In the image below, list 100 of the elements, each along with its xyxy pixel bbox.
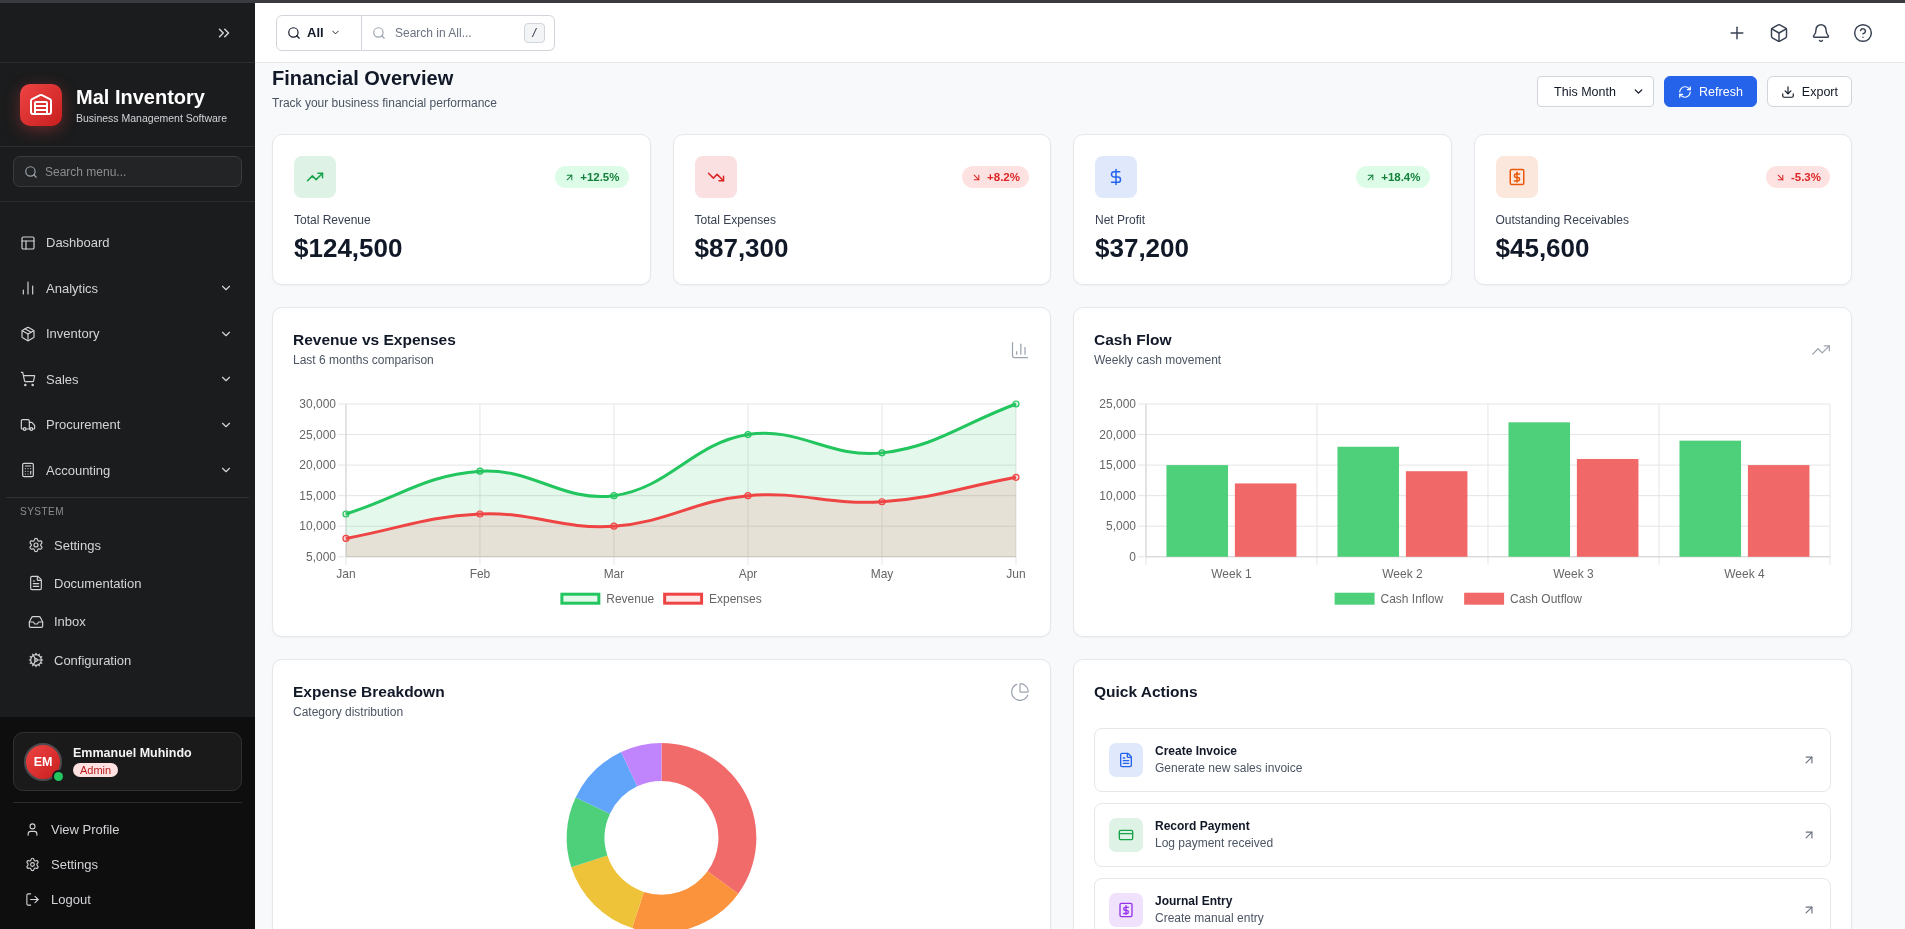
- axis-tick-label: Week 4: [1724, 566, 1765, 581]
- legend-label: Cash Outflow: [1510, 591, 1582, 606]
- page-subtitle: Track your business financial performance: [272, 95, 497, 111]
- nav-item[interactable]: Inbox: [0, 602, 255, 641]
- quick-action-item[interactable]: Journal Entry Create manual entry: [1094, 878, 1831, 929]
- legend-swatch-icon: [663, 592, 704, 605]
- card-title: Cash Flow: [1094, 330, 1173, 350]
- user-menu-item[interactable]: View Profile: [13, 812, 242, 847]
- data-point: [1012, 400, 1020, 408]
- cart-icon: [20, 371, 36, 388]
- stat-value: $124,500: [294, 233, 404, 263]
- nav-item[interactable]: Procurement: [0, 402, 255, 448]
- axis-tick-label: 15,000: [299, 488, 336, 503]
- quick-action-item[interactable]: Create Invoice Generate new sales invoice: [1094, 728, 1831, 792]
- axis-tick-label: Week 1: [1211, 566, 1252, 581]
- truck-icon: [20, 416, 36, 433]
- menu-search-field[interactable]: Search menu...: [13, 156, 242, 187]
- user-menu-item[interactable]: Logout: [13, 882, 242, 917]
- change-badge: +18.4%: [1356, 166, 1430, 188]
- card-title: Revenue vs Expenses: [293, 330, 456, 350]
- package-icon: [20, 325, 36, 342]
- logout-icon: [25, 892, 40, 907]
- search-icon: [372, 25, 386, 40]
- legend-swatch-icon: [1334, 592, 1375, 605]
- search-icon: [24, 164, 38, 179]
- axis-tick-label: Apr: [738, 566, 758, 581]
- card-subtitle: Category distribution: [293, 704, 405, 720]
- period-select[interactable]: This Month: [1537, 76, 1655, 107]
- axis-tick-label: 10,000: [299, 519, 336, 534]
- card-title: Quick Actions: [1094, 682, 1199, 702]
- axis-tick-label: 0: [1129, 549, 1136, 564]
- pie-chart-icon: [1010, 682, 1030, 702]
- user-avatar: EM: [24, 742, 62, 781]
- refresh-button[interactable]: Refresh: [1664, 76, 1757, 107]
- nav-item[interactable]: Documentation: [0, 564, 255, 603]
- action-title: Journal Entry: [1155, 894, 1234, 909]
- axis-tick-label: 25,000: [1099, 397, 1136, 412]
- refresh-icon: [1678, 84, 1693, 99]
- user-card[interactable]: EM Emmanuel Muhindo Admin: [13, 732, 242, 791]
- action-subtitle: Generate new sales invoice: [1155, 761, 1304, 776]
- nav-item[interactable]: Settings: [0, 526, 255, 565]
- data-point: [1012, 473, 1020, 481]
- change-badge: +12.5%: [555, 166, 629, 188]
- axis-tick-label: Mar: [603, 566, 625, 581]
- axis-tick-label: 5,000: [1106, 519, 1136, 534]
- user-menu-item[interactable]: Settings: [13, 847, 242, 882]
- nav-item[interactable]: Configuration: [0, 640, 255, 680]
- nav-item[interactable]: Analytics: [0, 265, 255, 311]
- nav-item[interactable]: Sales: [0, 356, 255, 402]
- brand-name: Mal Inventory: [76, 86, 206, 109]
- stat-value: $45,600: [1495, 233, 1591, 263]
- axis-tick-label: Feb: [469, 566, 491, 581]
- nav-item[interactable]: Accounting: [0, 447, 255, 493]
- shortcut-key: /: [524, 22, 545, 43]
- card-subtitle: Weekly cash movement: [1094, 352, 1222, 368]
- brand-tagline: Business Management Software: [76, 112, 228, 124]
- data-point: [476, 467, 484, 475]
- stat-label: Net Profit: [1095, 212, 1146, 228]
- change-badge: -5.3%: [1765, 166, 1830, 188]
- help-icon[interactable]: [1853, 22, 1873, 43]
- axis-tick-label: Jun: [1006, 566, 1026, 581]
- quick-action-item[interactable]: Record Payment Log payment received: [1094, 803, 1831, 867]
- nav-item[interactable]: Inventory: [0, 311, 255, 357]
- axis-tick-label: Week 3: [1553, 566, 1594, 581]
- axis-tick-label: 15,000: [1099, 458, 1136, 473]
- axis-tick-label: 25,000: [299, 427, 336, 442]
- export-button[interactable]: Export: [1766, 76, 1852, 107]
- legend-swatch-icon: [1464, 592, 1505, 605]
- data-point: [744, 492, 752, 500]
- data-point: [476, 510, 484, 518]
- data-point: [878, 449, 886, 457]
- stat-label: Total Expenses: [694, 212, 777, 228]
- axis-tick-label: 10,000: [1099, 488, 1136, 503]
- section-label: SYSTEM: [19, 505, 66, 518]
- data-point: [342, 534, 350, 542]
- bell-icon[interactable]: [1811, 22, 1831, 43]
- settings-icon: [28, 537, 44, 554]
- scope-dropdown[interactable]: All: [276, 14, 362, 51]
- calculator-icon: [20, 462, 36, 479]
- settings-icon: [25, 857, 40, 872]
- document-icon: [28, 575, 44, 592]
- axis-tick-label: Jan: [336, 566, 356, 581]
- data-point: [342, 510, 350, 518]
- legend-label: Expenses: [709, 591, 762, 606]
- page-title: Financial Overview: [272, 66, 455, 90]
- bar-chart-icon: [1010, 340, 1030, 360]
- axis-tick-label: 20,000: [1099, 427, 1136, 442]
- action-subtitle: Log payment received: [1155, 836, 1275, 851]
- inbox-icon: [28, 613, 44, 630]
- cube-icon[interactable]: [1769, 22, 1789, 43]
- legend-label: Revenue: [606, 591, 655, 606]
- nav-item[interactable]: Dashboard: [0, 220, 255, 266]
- search-icon: [287, 25, 301, 40]
- axis-tick-label: 30,000: [299, 397, 336, 412]
- action-title: Create Invoice: [1155, 744, 1239, 759]
- stat-value: $87,300: [694, 233, 790, 263]
- download-icon: [1780, 84, 1795, 99]
- data-point: [744, 430, 752, 439]
- user-icon: [25, 822, 40, 837]
- stat-label: Outstanding Receivables: [1495, 212, 1630, 228]
